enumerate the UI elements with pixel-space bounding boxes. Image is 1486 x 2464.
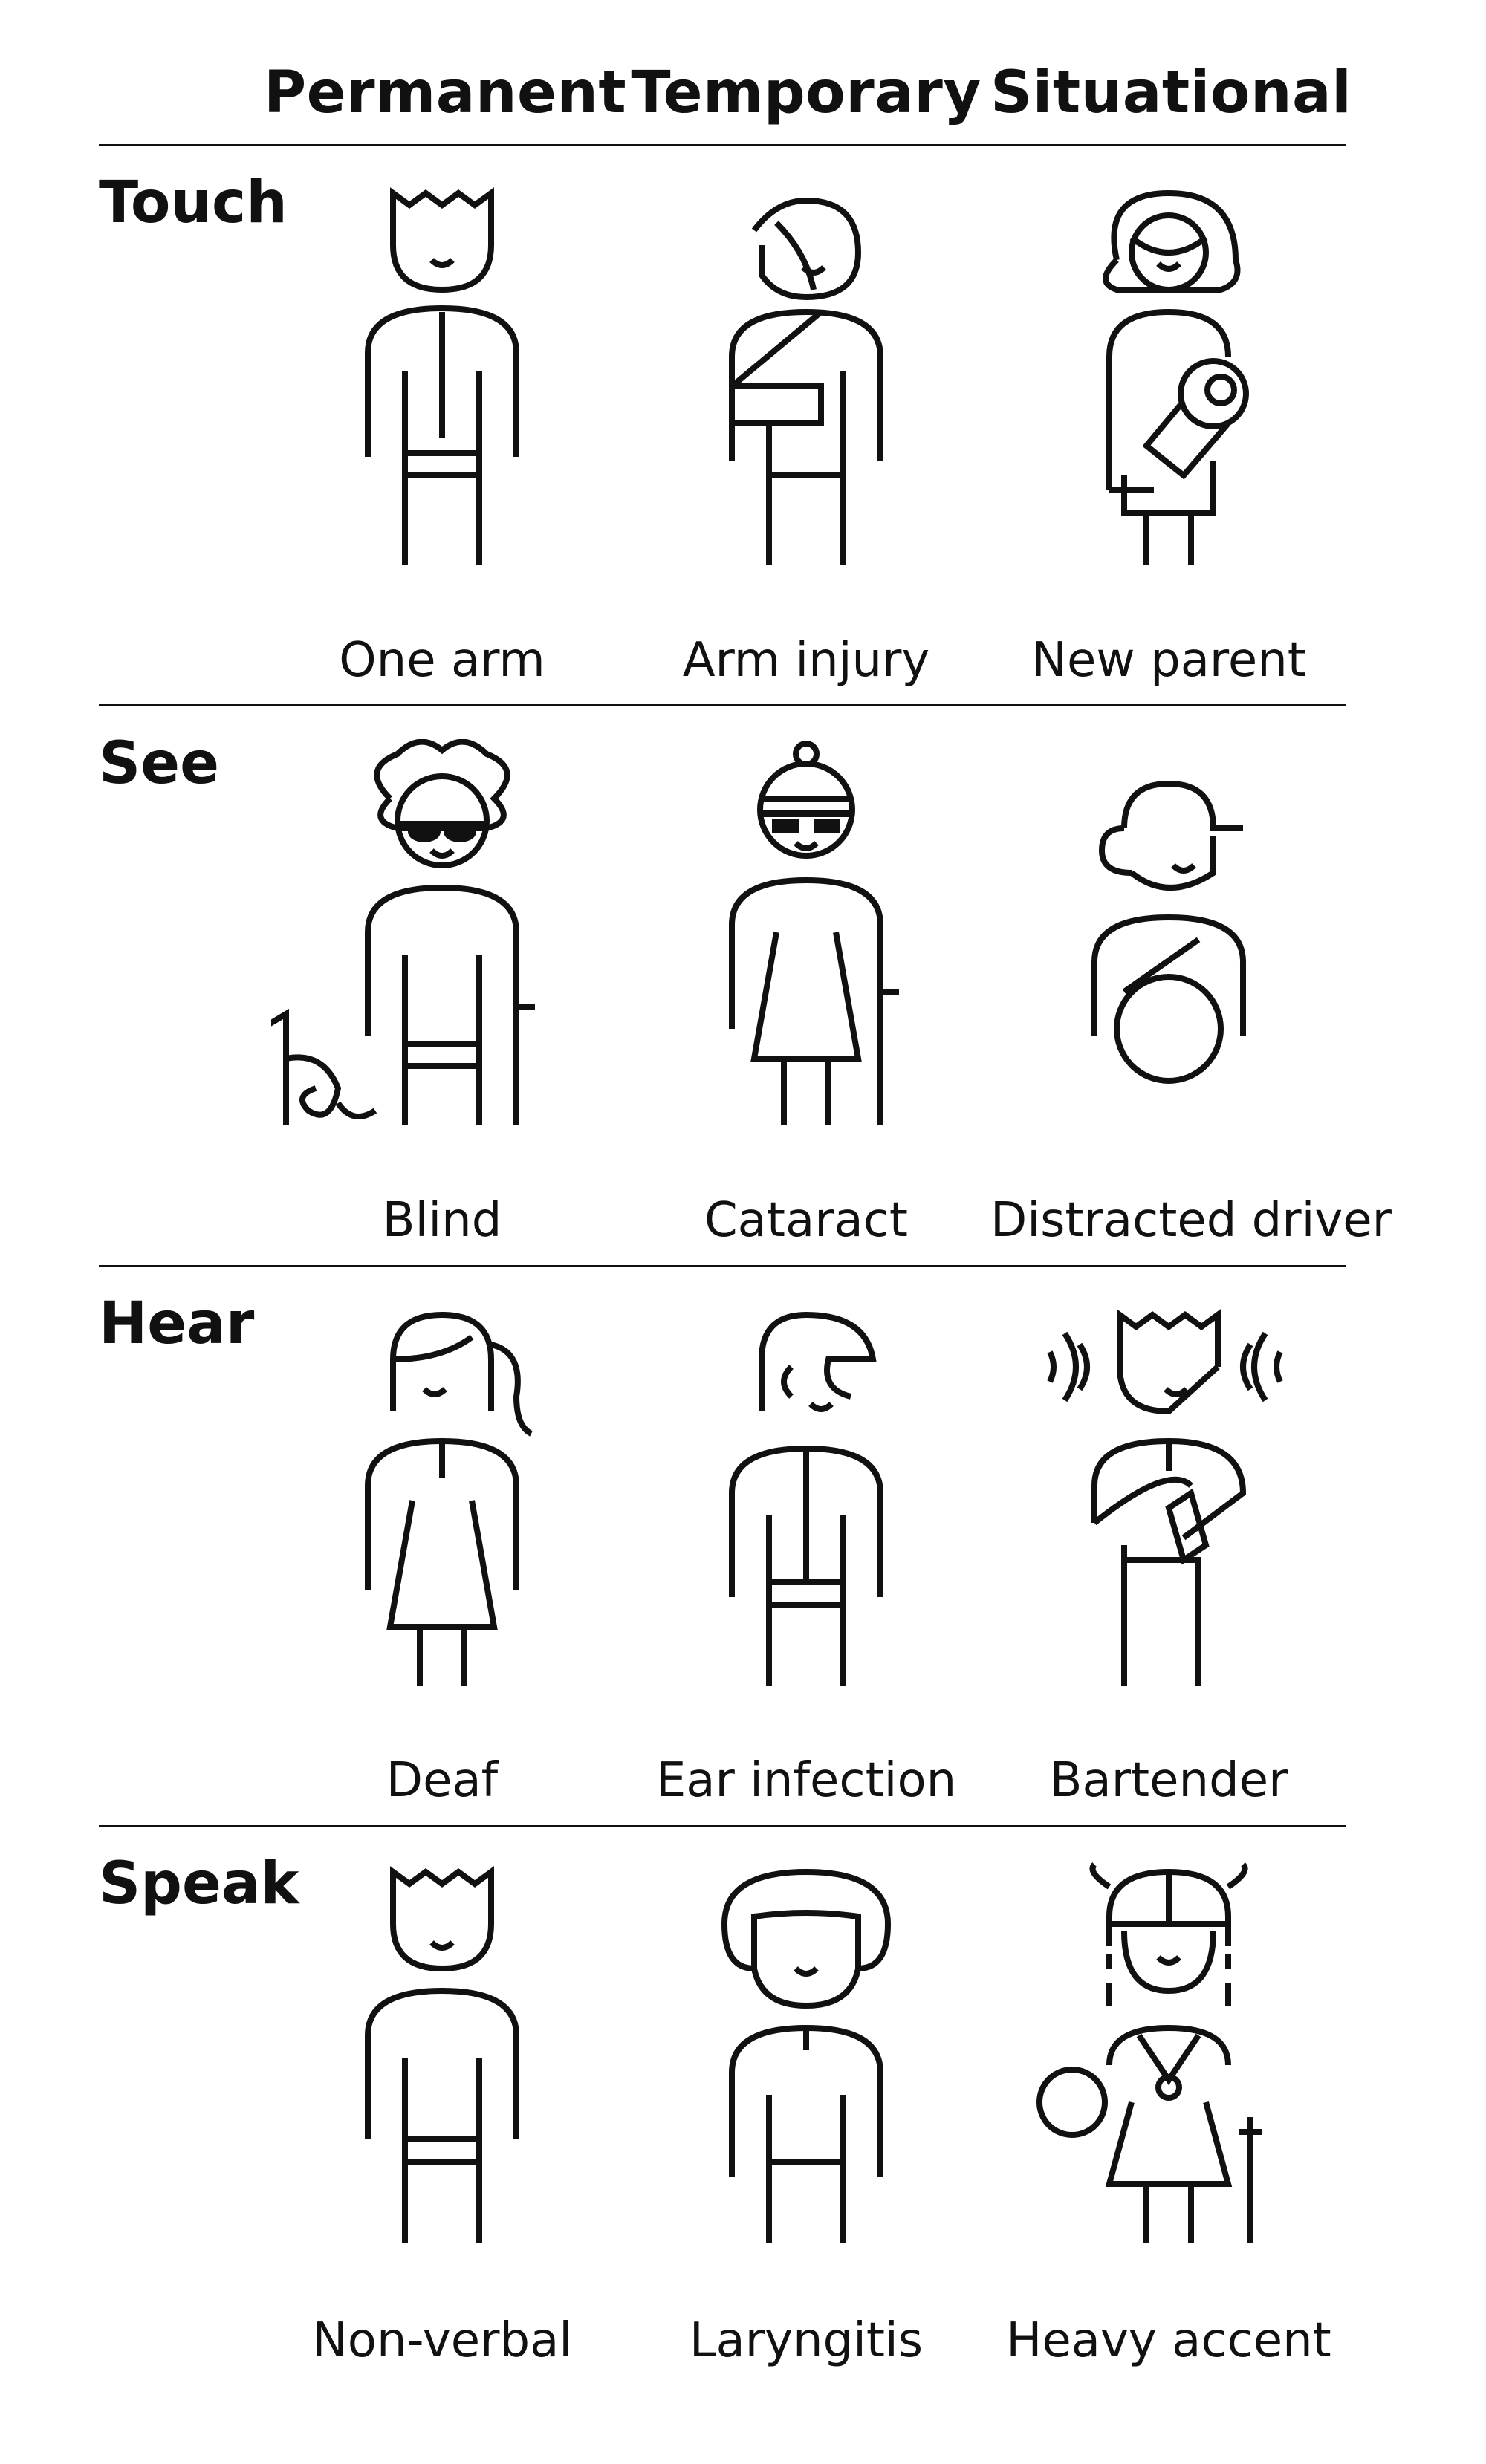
row-title-hear: Hear [99,1290,255,1357]
person-spiky-hair-icon [271,1857,613,2303]
row-divider [99,1265,1346,1267]
caption: One arm [339,633,545,688]
person-with-noise-icon [998,1300,1340,1746]
caption: Cataract [704,1193,909,1248]
person-one-arm-icon [271,178,613,624]
person-arm-sling-icon [635,178,977,624]
person-with-guide-dog-icon [271,739,613,1185]
row-title-see: See [99,730,219,797]
person-with-helmet-icon [998,1857,1340,2303]
person-bob-hair-icon [635,1857,977,2303]
caption: Arm injury [682,633,930,688]
caption: New parent [1031,633,1306,688]
caption: Laryngitis [689,2313,924,2368]
row-divider [99,1825,1346,1827]
caption: Distracted driver [990,1193,1392,1248]
caption: Ear infection [655,1753,957,1808]
caption: Non-verbal [311,2313,573,2368]
person-holding-baby-icon [998,178,1340,624]
row-divider [99,704,1346,706]
row-title-speak: Speak [99,1850,299,1917]
caption: Heavy accent [1006,2313,1331,2368]
column-header-temporary: Temporary [631,59,982,126]
caption: Blind [382,1193,502,1248]
caption: Deaf [386,1753,499,1808]
column-header-permanent: Permanent [264,59,627,126]
person-driving-icon [998,739,1340,1185]
caption: Bartender [1049,1753,1288,1808]
row-title-touch: Touch [99,169,288,236]
column-header-situational: Situational [990,59,1352,126]
person-with-cane-icon [635,739,977,1185]
person-ponytail-icon [271,1300,613,1746]
header-divider [99,144,1346,146]
person-ear-icon [635,1300,977,1746]
